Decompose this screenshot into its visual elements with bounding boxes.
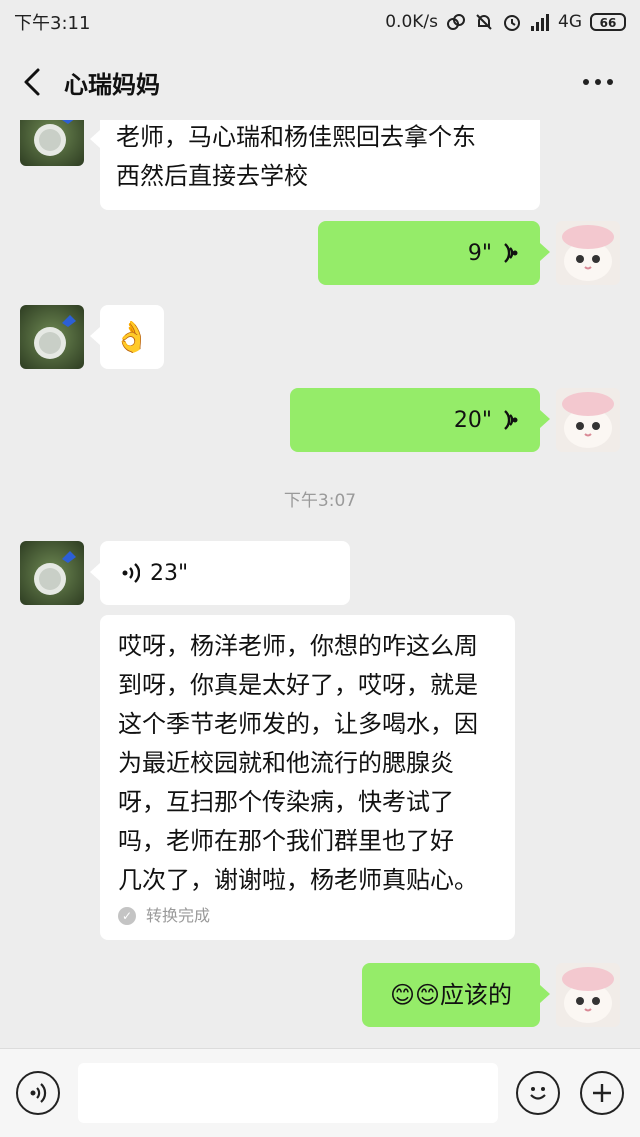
- plus-icon: [593, 1084, 611, 1102]
- message-text: 😊😊应该的: [389, 980, 513, 1009]
- back-button[interactable]: [0, 44, 64, 120]
- voice-icon: [30, 1083, 47, 1103]
- cat-avatar-icon: [556, 221, 620, 285]
- battery-icon: 66: [590, 13, 626, 31]
- voice-wave-icon: [504, 243, 518, 263]
- my-avatar[interactable]: [556, 388, 620, 452]
- contact-avatar[interactable]: [20, 541, 84, 605]
- emoji-message-bubble[interactable]: 👌: [90, 305, 164, 369]
- status-icons: 0.0K/s 4G 66: [385, 12, 626, 32]
- link-icon: [447, 14, 465, 30]
- transcript-line: 这个季节老师发的，让多喝水，因: [118, 710, 478, 738]
- cat-avatar-icon: [556, 963, 620, 1027]
- status-time: 下午3:11: [14, 13, 91, 34]
- contact-avatar[interactable]: [20, 305, 84, 369]
- input-bar: [0, 1048, 640, 1137]
- message-bubble-text[interactable]: 😊😊应该的: [362, 963, 550, 1027]
- my-avatar[interactable]: [556, 221, 620, 285]
- message-timestamp: 下午3:07: [283, 491, 357, 511]
- voice-duration: 20": [453, 407, 492, 433]
- message-list[interactable]: 老师，马心瑞和杨佳熙回去拿个东 西然后直接去学校 9" 👌 20" 下午3:07: [0, 120, 640, 1050]
- message-line: 西然后直接去学校: [116, 162, 308, 190]
- voice-wave-icon: [122, 563, 140, 583]
- cat-avatar-icon: [556, 388, 620, 452]
- dandelion-avatar-icon: [20, 120, 84, 166]
- status-bar: 下午3:11 0.0K/s 4G 66: [0, 0, 640, 44]
- voice-duration: 23": [150, 560, 189, 586]
- check-icon: ✓: [118, 907, 136, 925]
- dandelion-avatar-icon: [20, 305, 84, 369]
- voice-message-bubble[interactable]: 23": [90, 541, 350, 605]
- voice-toggle-button[interactable]: [16, 1071, 60, 1115]
- network-speed: 0.0K/s: [385, 12, 438, 32]
- transcript-status: ✓ 转换完成: [118, 906, 499, 926]
- transcript-line: 到呀，你真是太好了，哎呀，就是: [118, 671, 478, 699]
- alarm-icon: [504, 15, 520, 31]
- dandelion-avatar-icon: [20, 541, 84, 605]
- transcript-line: 为最近校园就和他流行的腮腺炎: [118, 749, 454, 777]
- emoji-icon: [530, 1087, 546, 1100]
- voice-message-bubble[interactable]: 20": [290, 388, 550, 452]
- chat-header: 心瑞妈妈: [0, 44, 640, 120]
- message-bubble-text[interactable]: 老师，马心瑞和杨佳熙回去拿个东 西然后直接去学校: [90, 120, 540, 210]
- message-line: 老师，马心瑞和杨佳熙回去拿个东: [116, 123, 476, 151]
- network-type: 4G: [558, 12, 582, 32]
- voice-message-bubble[interactable]: 9": [318, 221, 550, 285]
- signal-icon: [531, 14, 549, 31]
- my-avatar[interactable]: [556, 963, 620, 1027]
- transcript-status-label: 转换完成: [146, 906, 211, 925]
- chat-title: 心瑞妈妈: [64, 70, 160, 99]
- voice-transcript-bubble[interactable]: 哎呀，杨洋老师，你想的咋这么周 到呀，你真是太好了，哎呀，就是 这个季节老师发的…: [100, 615, 515, 940]
- back-arrow-icon: [24, 68, 40, 96]
- emoji-button[interactable]: [516, 1071, 560, 1115]
- more-dots-icon: [583, 79, 589, 85]
- more-button[interactable]: [580, 64, 616, 100]
- mute-bell-icon: [476, 14, 492, 30]
- transcript-line: 呀，互扫那个传染病，快考试了: [118, 788, 454, 816]
- transcript-line: 哎呀，杨洋老师，你想的咋这么周: [118, 632, 478, 660]
- voice-duration: 9": [467, 240, 492, 266]
- transcript-line: 几次了，谢谢啦，杨老师真贴心。: [118, 866, 478, 894]
- contact-avatar[interactable]: [20, 120, 84, 166]
- plus-button[interactable]: [580, 1071, 624, 1115]
- ok-hand-emoji: 👌: [113, 319, 151, 355]
- message-input[interactable]: [78, 1063, 498, 1123]
- transcript-line: 吗，老师在那个我们群里也了好: [118, 827, 454, 855]
- voice-wave-icon: [504, 410, 518, 430]
